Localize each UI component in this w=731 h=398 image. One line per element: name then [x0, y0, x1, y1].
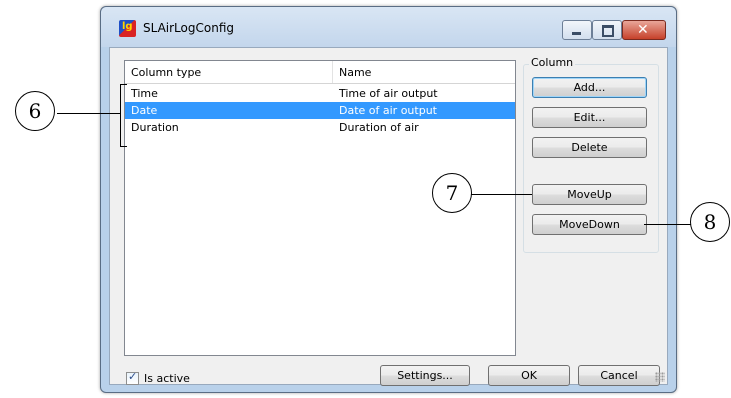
- callout-7: 7: [432, 173, 472, 213]
- move-down-button[interactable]: MoveDown: [532, 214, 647, 235]
- column-header-type[interactable]: Column type: [131, 66, 201, 79]
- maximize-button[interactable]: [592, 20, 622, 40]
- callout-6-line: [57, 113, 121, 115]
- row-type: Time: [131, 87, 158, 100]
- minimize-button[interactable]: [562, 20, 592, 40]
- header-divider[interactable]: [332, 61, 333, 83]
- maximize-icon: [602, 25, 614, 37]
- dialog-body: Column type Name Time Time of air output…: [109, 47, 668, 386]
- title-bar[interactable]: lg SLAirLogConfig ✕: [101, 7, 676, 47]
- callout-6: 6: [15, 91, 55, 131]
- cancel-button[interactable]: Cancel: [578, 365, 660, 386]
- window-title: SLAirLogConfig: [143, 21, 234, 35]
- callout-6-bracket: [120, 84, 127, 147]
- row-type: Date: [131, 104, 158, 117]
- checkbox-box[interactable]: ✓: [126, 370, 139, 385]
- minimize-icon: [572, 32, 581, 35]
- add-button[interactable]: Add...: [532, 77, 647, 98]
- callout-8-line: [644, 224, 692, 226]
- is-active-label: Is active: [144, 372, 190, 385]
- move-up-button[interactable]: MoveUp: [532, 184, 647, 205]
- close-icon: ✕: [637, 22, 649, 38]
- resize-grip-icon[interactable]: [655, 372, 665, 382]
- list-row-date[interactable]: Date Date of air output: [125, 102, 515, 119]
- row-name: Date of air output: [339, 104, 437, 117]
- ok-button[interactable]: OK: [488, 365, 570, 386]
- app-icon: lg: [119, 20, 136, 37]
- callout-7-line: [470, 194, 532, 196]
- settings-button[interactable]: Settings...: [380, 365, 470, 386]
- column-group-label: Column: [529, 56, 576, 69]
- list-row-time[interactable]: Time Time of air output: [125, 85, 515, 102]
- callout-8: 8: [690, 202, 730, 242]
- list-row-duration[interactable]: Duration Duration of air: [125, 119, 515, 136]
- checkmark-icon: ✓: [128, 370, 138, 383]
- dialog-window: lg SLAirLogConfig ✕ Column type Name Tim…: [100, 6, 677, 393]
- list-header: Column type Name: [125, 61, 515, 84]
- row-name: Time of air output: [339, 87, 438, 100]
- column-header-name[interactable]: Name: [339, 66, 371, 79]
- delete-button[interactable]: Delete: [532, 137, 647, 158]
- edit-button[interactable]: Edit...: [532, 107, 647, 128]
- close-button[interactable]: ✕: [622, 20, 666, 40]
- row-name: Duration of air: [339, 121, 419, 134]
- row-type: Duration: [131, 121, 179, 134]
